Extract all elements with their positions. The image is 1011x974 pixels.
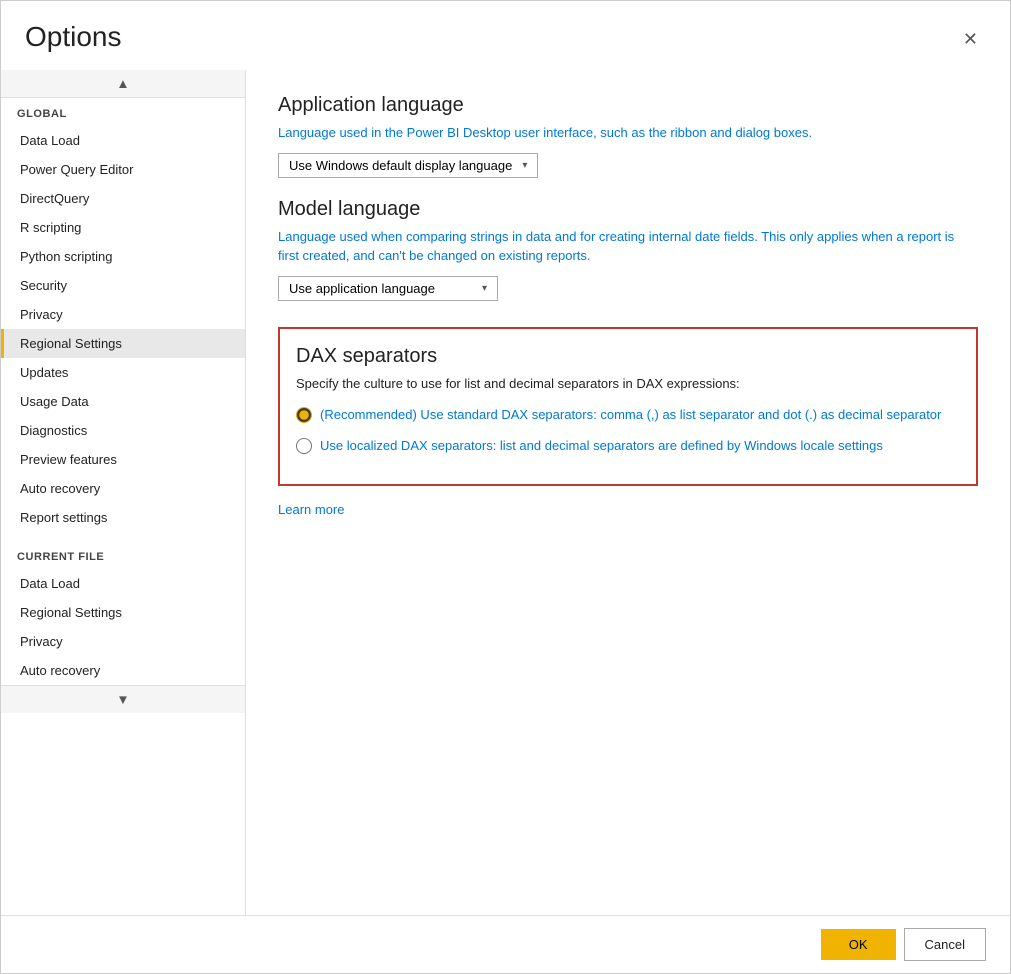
app-language-dropdown-value: Use Windows default display language (289, 158, 512, 173)
dialog-footer: OK Cancel (1, 915, 1010, 973)
sidebar-item-report-settings[interactable]: Report settings (1, 503, 245, 532)
model-language-dropdown[interactable]: Use application language ▾ (278, 276, 498, 301)
app-language-dropdown-arrow: ▾ (522, 160, 527, 171)
cancel-button[interactable]: Cancel (904, 928, 986, 961)
app-language-dropdown[interactable]: Use Windows default display language ▾ (278, 153, 538, 178)
chevron-up-icon: ▲ (116, 76, 129, 91)
content-area: Application language Language used in th… (246, 70, 1010, 915)
model-language-title: Model language (278, 198, 978, 221)
close-button[interactable]: ✕ (955, 25, 986, 54)
global-section-header: GLOBAL (1, 98, 245, 126)
dax-radio-localized[interactable]: Use localized DAX separators: list and d… (296, 436, 960, 456)
sidebar-item-security[interactable]: Security (1, 271, 245, 300)
model-language-description: Language used when comparing strings in … (278, 227, 978, 266)
app-language-description: Language used in the Power BI Desktop us… (278, 123, 978, 143)
sidebar-item-cf-data-load[interactable]: Data Load (1, 569, 245, 598)
ok-button[interactable]: OK (821, 929, 896, 960)
dax-radio-localized-input[interactable] (296, 438, 312, 454)
dax-radio-recommended-input[interactable] (296, 407, 312, 423)
sidebar-item-privacy[interactable]: Privacy (1, 300, 245, 329)
sidebar-item-cf-regional-settings[interactable]: Regional Settings (1, 598, 245, 627)
sidebar-item-cf-privacy[interactable]: Privacy (1, 627, 245, 656)
sidebar-scroll-up-button[interactable]: ▲ (1, 70, 245, 98)
chevron-down-icon: ▼ (116, 692, 129, 707)
dax-separators-title: DAX separators (296, 345, 960, 368)
model-language-dropdown-value: Use application language (289, 281, 435, 296)
sidebar: ▲ GLOBAL Data Load Power Query Editor Di… (1, 70, 246, 915)
dax-separators-box: DAX separators Specify the culture to us… (278, 327, 978, 486)
dax-radio-localized-label: Use localized DAX separators: list and d… (320, 436, 883, 456)
sidebar-item-diagnostics[interactable]: Diagnostics (1, 416, 245, 445)
sidebar-item-auto-recovery[interactable]: Auto recovery (1, 474, 245, 503)
dialog-title: Options (25, 21, 122, 53)
sidebar-item-directquery[interactable]: DirectQuery (1, 184, 245, 213)
dialog-titlebar: Options ✕ (1, 1, 1010, 54)
sidebar-item-updates[interactable]: Updates (1, 358, 245, 387)
dialog-body: ▲ GLOBAL Data Load Power Query Editor Di… (1, 70, 1010, 915)
sidebar-item-power-query-editor[interactable]: Power Query Editor (1, 155, 245, 184)
sidebar-item-usage-data[interactable]: Usage Data (1, 387, 245, 416)
sidebar-item-python-scripting[interactable]: Python scripting (1, 242, 245, 271)
learn-more-link[interactable]: Learn more (278, 502, 344, 517)
model-language-dropdown-arrow: ▾ (482, 283, 487, 294)
sidebar-item-cf-auto-recovery[interactable]: Auto recovery (1, 656, 245, 685)
sidebar-scroll-down-button[interactable]: ▼ (1, 685, 245, 713)
current-file-section-header: CURRENT FILE (1, 541, 245, 569)
dax-separators-description: Specify the culture to use for list and … (296, 376, 960, 391)
dax-radio-recommended[interactable]: (Recommended) Use standard DAX separator… (296, 405, 960, 425)
dax-radio-recommended-label: (Recommended) Use standard DAX separator… (320, 405, 941, 425)
dax-radio-group: (Recommended) Use standard DAX separator… (296, 405, 960, 456)
sidebar-item-preview-features[interactable]: Preview features (1, 445, 245, 474)
app-language-title: Application language (278, 94, 978, 117)
sidebar-item-regional-settings[interactable]: Regional Settings (1, 329, 245, 358)
options-dialog: Options ✕ ▲ GLOBAL Data Load Power Query… (0, 0, 1011, 974)
sidebar-item-r-scripting[interactable]: R scripting (1, 213, 245, 242)
sidebar-item-data-load[interactable]: Data Load (1, 126, 245, 155)
